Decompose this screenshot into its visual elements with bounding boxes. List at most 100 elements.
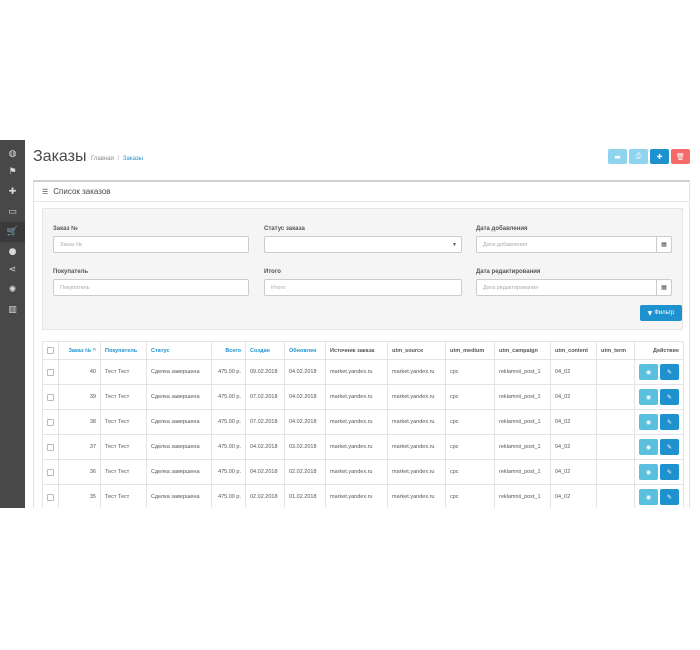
filter-button[interactable]: ▼ Фильтр	[640, 305, 682, 321]
breadcrumb-home[interactable]: Главная	[91, 156, 114, 162]
cell-action: ◉ ✎	[634, 359, 684, 385]
gear-icon[interactable]: ✺	[0, 280, 25, 300]
row-checkbox-cell[interactable]	[42, 359, 59, 385]
view-button[interactable]: ◉	[639, 414, 658, 430]
puzzle-icon[interactable]: ✚	[0, 182, 25, 202]
checkbox[interactable]	[47, 468, 54, 476]
plus-icon: ✚	[656, 152, 663, 161]
order-id-field[interactable]	[53, 236, 249, 253]
cell-status: Сделка завершена	[146, 359, 212, 385]
cell-updated: 01.02.2018	[284, 484, 326, 508]
cell-action: ◉ ✎	[634, 484, 684, 508]
cell-utm-term	[596, 459, 635, 485]
col-total[interactable]: Всего	[211, 341, 246, 360]
share-icon[interactable]: ⋖	[0, 260, 25, 280]
cell-utm-source: market.yandex.ru	[387, 409, 446, 435]
total-field[interactable]	[264, 279, 462, 296]
total-input[interactable]	[271, 284, 455, 291]
view-button[interactable]: ◉	[639, 364, 658, 380]
col-utm-campaign: utm_campaign	[494, 341, 551, 360]
row-checkbox-cell[interactable]	[42, 459, 59, 485]
chart-icon[interactable]: ▥	[0, 300, 25, 320]
cell-source: market.yandex.ru	[325, 359, 388, 385]
pencil-icon: ✎	[666, 443, 673, 451]
select-all-checkbox[interactable]	[42, 341, 59, 360]
cell-utm-medium: cpc	[445, 384, 495, 410]
table-row: 36 Тест Тест Сделка завершена 475.00 р. 04.0…	[42, 459, 684, 485]
cell-customer: Тест Тест	[100, 434, 147, 460]
delete-button[interactable]: 🗑	[671, 149, 690, 164]
calendar-icon[interactable]: ▦	[656, 236, 672, 253]
cell-utm-term	[596, 434, 635, 460]
col-status[interactable]: Статус	[146, 341, 212, 360]
pencil-icon: ✎	[666, 493, 673, 501]
status-select[interactable]: ▼	[264, 236, 462, 253]
row-checkbox-cell[interactable]	[42, 484, 59, 508]
calendar-icon[interactable]: ▦	[656, 279, 672, 296]
user-icon[interactable]: ●	[0, 242, 25, 262]
edit-button[interactable]: ✎	[660, 364, 679, 380]
edit-button[interactable]: ✎	[660, 389, 679, 405]
cart-icon[interactable]: 🛒	[0, 222, 25, 242]
cell-source: market.yandex.ru	[325, 484, 388, 508]
tags-icon[interactable]: ⚑	[0, 162, 25, 182]
edit-button[interactable]: ✎	[660, 489, 679, 505]
cell-customer: Тест Тест	[100, 359, 147, 385]
cell-utm-term	[596, 484, 635, 508]
view-button[interactable]: ◉	[639, 489, 658, 505]
col-customer[interactable]: Покупатель	[100, 341, 147, 360]
customer-field[interactable]	[53, 279, 249, 296]
cell-utm-campaign: reklamnii_post_1	[494, 459, 551, 485]
row-checkbox-cell[interactable]	[42, 384, 59, 410]
col-created[interactable]: Создан	[245, 341, 285, 360]
row-checkbox-cell[interactable]	[42, 434, 59, 460]
view-button[interactable]: ◉	[639, 389, 658, 405]
col-order-id[interactable]: Заказ № ^	[58, 341, 101, 360]
cell-created: 07.02.2018	[245, 409, 285, 435]
cell-utm-source: market.yandex.ru	[387, 359, 446, 385]
checkbox[interactable]	[47, 443, 54, 451]
row-checkbox-cell[interactable]	[42, 409, 59, 435]
dashboard-icon[interactable]: ◍	[0, 144, 25, 164]
breadcrumb-current[interactable]: Заказы	[123, 156, 143, 162]
checkbox[interactable]	[47, 393, 54, 401]
shipping-button[interactable]: ▬	[608, 149, 627, 164]
cell-customer: Тест Тест	[100, 409, 147, 435]
checkbox[interactable]	[47, 418, 54, 426]
order-id-input[interactable]	[60, 241, 242, 248]
cell-order-id: 35	[58, 484, 101, 508]
cell-utm-term	[596, 409, 635, 435]
col-action: Действие	[634, 341, 684, 360]
monitor-icon[interactable]: ▭	[0, 202, 25, 222]
cell-utm-content: 04_02	[550, 484, 597, 508]
cell-order-id: 37	[58, 434, 101, 460]
cell-source: market.yandex.ru	[325, 384, 388, 410]
cell-customer: Тест Тест	[100, 384, 147, 410]
col-source: Источник заказа	[325, 341, 388, 360]
date-modified-input[interactable]	[483, 284, 650, 291]
add-button[interactable]: ✚	[650, 149, 669, 164]
cell-order-id: 39	[58, 384, 101, 410]
cell-order-id: 38	[58, 409, 101, 435]
cell-utm-term	[596, 384, 635, 410]
cell-action: ◉ ✎	[634, 384, 684, 410]
checkbox[interactable]	[47, 493, 54, 501]
print-button[interactable]: ⎙	[629, 149, 648, 164]
cell-total: 475.00 р.	[211, 434, 246, 460]
view-button[interactable]: ◉	[639, 464, 658, 480]
cell-utm-content: 04_02	[550, 359, 597, 385]
edit-button[interactable]: ✎	[660, 439, 679, 455]
pencil-icon: ✎	[666, 368, 673, 376]
total-label: Итого	[264, 269, 281, 275]
checkbox[interactable]	[47, 347, 54, 354]
date-added-input[interactable]	[483, 241, 650, 248]
checkbox[interactable]	[47, 368, 54, 376]
date-added-field[interactable]	[476, 236, 657, 253]
edit-button[interactable]: ✎	[660, 414, 679, 430]
customer-input[interactable]	[60, 284, 242, 291]
col-updated[interactable]: Обновлен	[284, 341, 326, 360]
view-button[interactable]: ◉	[639, 439, 658, 455]
edit-button[interactable]: ✎	[660, 464, 679, 480]
eye-icon: ◉	[645, 468, 652, 476]
date-modified-field[interactable]	[476, 279, 657, 296]
